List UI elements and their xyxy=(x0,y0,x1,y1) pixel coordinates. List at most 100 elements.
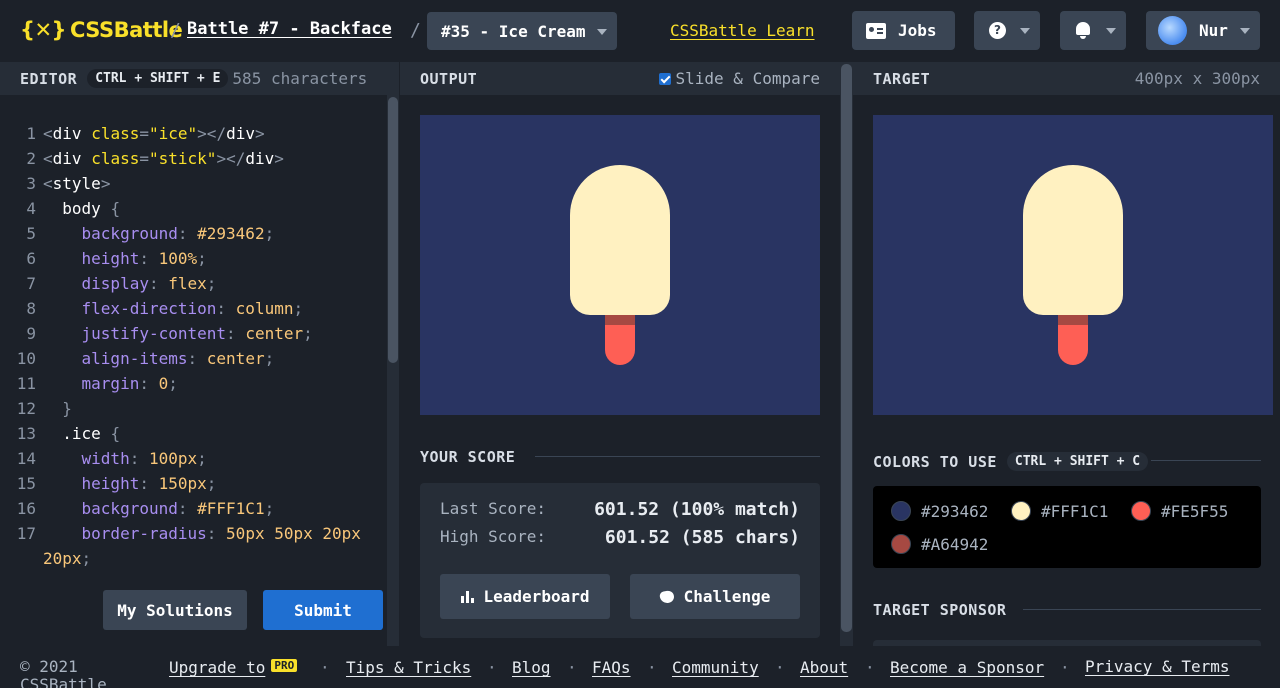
footer-separator: · xyxy=(647,658,657,677)
code-line: 7 display: flex; xyxy=(26,274,217,293)
color-hex: #FE5F55 xyxy=(1161,501,1229,521)
panel-scrollbar[interactable] xyxy=(840,62,853,646)
footer-separator: · xyxy=(1060,658,1070,677)
editor-title: EDITOR xyxy=(20,69,78,88)
last-score-value: 601.52 (100% match) xyxy=(594,499,800,520)
color-dot xyxy=(891,501,911,521)
score-title: YOUR SCORE xyxy=(420,448,516,466)
stick-shape xyxy=(1058,315,1088,365)
color-swatch[interactable]: #A64942 xyxy=(891,534,988,554)
color-dot xyxy=(1011,501,1031,521)
scrollbar-thumb[interactable] xyxy=(388,97,398,363)
learn-link[interactable]: CSSBattle Learn xyxy=(670,21,815,40)
color-hex: #A64942 xyxy=(921,534,989,554)
output-canvas[interactable] xyxy=(420,115,820,415)
code-content[interactable]: 1 <div class="ice"></div> 2 <div class="st… xyxy=(0,121,380,571)
color-swatch[interactable]: #293462 xyxy=(891,501,988,521)
code-line: 16 background: #FFF1C1; xyxy=(16,499,275,518)
divider xyxy=(1151,460,1261,461)
leaderboard-button[interactable]: Leaderboard xyxy=(440,574,610,619)
target-header: TARGET 400px x 300px xyxy=(853,62,1280,95)
score-card: Last Score: 601.52 (100% match) High Sco… xyxy=(420,483,820,638)
question-icon: ? xyxy=(989,22,1006,39)
high-score-label: High Score: xyxy=(440,527,546,546)
colors-shortcut-badge: CTRL + SHIFT + C xyxy=(1006,452,1149,471)
color-hex: #FFF1C1 xyxy=(1041,501,1109,521)
breadcrumb-separator: / xyxy=(410,20,421,41)
target-panel: COLORS TO USE CTRL + SHIFT + C #293462 #… xyxy=(853,95,1280,646)
code-line: 10 align-items: center; xyxy=(16,349,275,368)
last-score-row: Last Score: 601.52 (100% match) xyxy=(440,499,800,520)
tips-link[interactable]: Tips & Tricks xyxy=(346,658,471,677)
footer-separator: · xyxy=(567,658,577,677)
code-line: 13 .ice { xyxy=(16,424,121,443)
target-select-label: #35 - Ice Cream xyxy=(441,21,586,41)
code-line: 1 <div class="ice"></div> xyxy=(26,124,265,143)
breadcrumb-separator: / xyxy=(170,20,181,41)
color-dot xyxy=(891,534,911,554)
color-swatch[interactable]: #FE5F55 xyxy=(1131,501,1228,521)
slide-compare-toggle[interactable]: Slide & Compare xyxy=(658,69,820,88)
battle-link[interactable]: Battle #7 - Backface xyxy=(187,19,392,39)
slide-compare-checkbox[interactable] xyxy=(658,72,671,85)
notifications-button[interactable] xyxy=(1060,11,1126,50)
color-swatch[interactable]: #FFF1C1 xyxy=(1011,501,1108,521)
footer-separator: · xyxy=(865,658,875,677)
about-link[interactable]: About xyxy=(800,658,848,677)
colors-title: COLORS TO USE xyxy=(873,452,997,471)
last-score-label: Last Score: xyxy=(440,499,546,518)
target-select-dropdown[interactable]: #35 - Ice Cream xyxy=(427,12,617,50)
twitter-icon xyxy=(658,589,675,604)
high-score-value: 601.52 (585 chars) xyxy=(604,527,800,548)
challenge-button[interactable]: Challenge xyxy=(630,574,800,619)
color-hex: #293462 xyxy=(921,501,989,521)
cssbattle-logo[interactable]: {✕} CSSBattle xyxy=(20,18,183,42)
challenge-label: Challenge xyxy=(683,587,771,606)
ice-cream-shape xyxy=(570,165,670,315)
stick-band xyxy=(605,315,635,325)
user-name: Nur xyxy=(1199,21,1228,40)
pro-badge: PRO xyxy=(271,659,298,672)
footer-separator: · xyxy=(487,658,497,677)
privacy-link[interactable]: Privacy & Terms xyxy=(1085,658,1265,676)
code-editor[interactable]: 1 <div class="ice"></div> 2 <div class="st… xyxy=(0,95,399,646)
char-count: 585 characters xyxy=(232,69,368,88)
code-line: 6 height: 100%; xyxy=(26,249,207,268)
scrollbar-thumb[interactable] xyxy=(841,64,852,632)
stick-shape xyxy=(605,315,635,365)
editor-shortcut-badge: CTRL + SHIFT + E xyxy=(87,69,229,88)
sponsor-link[interactable]: Become a Sponsor xyxy=(890,658,1044,677)
code-line: 17 border-radius: 50px 50px 20px xyxy=(16,524,361,543)
sponsor-title: TARGET SPONSOR xyxy=(873,601,1007,619)
output-title: OUTPUT xyxy=(420,69,478,88)
colors-title-row: COLORS TO USE CTRL + SHIFT + C xyxy=(873,452,1149,471)
bell-icon xyxy=(1076,22,1090,39)
output-panel: YOUR SCORE Last Score: 601.52 (100% matc… xyxy=(400,95,840,646)
code-line: 4 body { xyxy=(26,199,121,218)
editor-header: EDITOR CTRL + SHIFT + E 585 characters xyxy=(0,62,399,95)
bar-chart-icon xyxy=(460,590,474,603)
logo-text: CSSBattle xyxy=(70,18,183,42)
help-menu-button[interactable]: ? xyxy=(974,11,1040,50)
divider xyxy=(1023,609,1261,610)
logo-icon: {✕} xyxy=(20,18,67,42)
chevron-down-icon xyxy=(1020,28,1030,34)
upgrade-link[interactable]: Upgrade to PRO xyxy=(169,658,298,677)
top-header: {✕} CSSBattle / Battle #7 - Backface / #… xyxy=(0,0,1280,62)
avatar xyxy=(1158,16,1187,45)
code-line: 20px; xyxy=(43,549,92,568)
my-solutions-button[interactable]: My Solutions xyxy=(103,590,247,630)
jobs-label: Jobs xyxy=(898,21,937,40)
jobs-button[interactable]: Jobs xyxy=(852,11,955,50)
editor-scrollbar[interactable] xyxy=(387,95,399,646)
divider xyxy=(535,456,820,457)
user-menu-button[interactable]: Nur xyxy=(1146,11,1260,50)
output-header: OUTPUT Slide & Compare xyxy=(400,62,840,95)
community-link[interactable]: Community xyxy=(672,658,759,677)
blog-link[interactable]: Blog xyxy=(512,658,551,677)
submit-button[interactable]: Submit xyxy=(263,590,383,630)
faqs-link[interactable]: FAQs xyxy=(592,658,631,677)
footer: © 2021 CSSBattle Upgrade to PRO · Tips & … xyxy=(0,646,1280,688)
target-size: 400px x 300px xyxy=(1134,69,1260,88)
code-line: 11 margin: 0; xyxy=(16,374,178,393)
